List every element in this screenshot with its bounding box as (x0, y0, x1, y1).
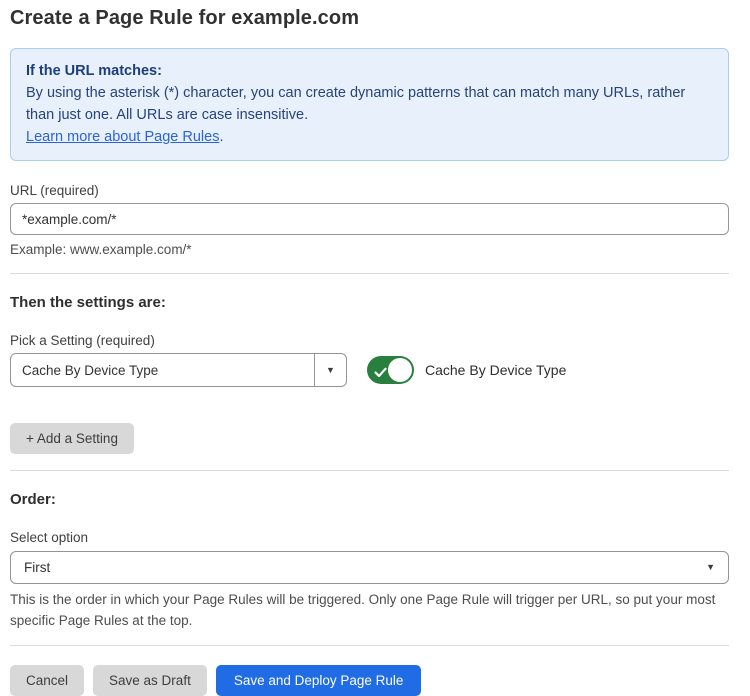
add-setting-button[interactable]: + Add a Setting (10, 423, 134, 454)
setting-select-arrow-button[interactable]: ▼ (314, 354, 346, 386)
order-select-value: First (24, 560, 50, 575)
settings-heading: Then the settings are: (10, 294, 729, 311)
footer-button-row: Cancel Save as Draft Save and Deploy Pag… (10, 665, 729, 696)
page-rule-form: Create a Page Rule for example.com If th… (0, 0, 750, 696)
save-draft-button[interactable]: Save as Draft (93, 665, 207, 696)
setting-select[interactable]: Cache By Device Type ▼ (10, 353, 347, 387)
save-deploy-button[interactable]: Save and Deploy Page Rule (216, 665, 422, 696)
url-example-hint: Example: www.example.com/* (10, 242, 729, 257)
page-title: Create a Page Rule for example.com (10, 7, 729, 30)
info-box-heading: If the URL matches: (26, 60, 713, 82)
toggle-knob (388, 358, 412, 382)
info-box-body: By using the asterisk (*) character, you… (26, 82, 713, 148)
divider (10, 273, 729, 274)
url-input[interactable] (10, 203, 729, 235)
order-help-text: This is the order in which your Page Rul… (10, 589, 729, 631)
chevron-down-icon: ▼ (326, 366, 335, 375)
link-suffix: . (219, 129, 223, 145)
toggle-label: Cache By Device Type (425, 362, 566, 378)
order-select[interactable]: First ▼ (10, 551, 729, 584)
divider (10, 470, 729, 471)
learn-more-link[interactable]: Learn more about Page Rules (26, 129, 219, 145)
url-label: URL (required) (10, 183, 729, 198)
divider (10, 645, 729, 646)
info-box-body-text: By using the asterisk (*) character, you… (26, 85, 685, 123)
check-icon (374, 365, 387, 383)
setting-select-value: Cache By Device Type (11, 354, 314, 386)
setting-row: Cache By Device Type ▼ Cache By Device T… (10, 353, 729, 387)
url-match-info-box: If the URL matches: By using the asteris… (10, 48, 729, 161)
order-heading: Order: (10, 491, 729, 508)
cancel-button[interactable]: Cancel (10, 665, 84, 696)
order-select-label: Select option (10, 530, 729, 545)
chevron-down-icon: ▼ (706, 563, 715, 572)
pick-setting-label: Pick a Setting (required) (10, 333, 729, 348)
cache-setting-toggle[interactable] (367, 356, 414, 384)
